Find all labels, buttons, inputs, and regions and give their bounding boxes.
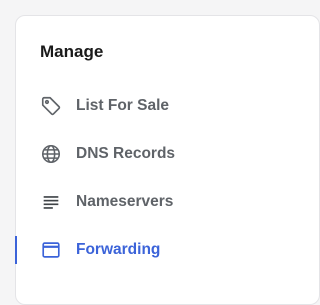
active-indicator — [15, 236, 17, 264]
nav-item-label: Forwarding — [76, 241, 161, 258]
nav-item-forwarding[interactable]: Forwarding — [15, 236, 306, 264]
nav-item-nameservers[interactable]: Nameservers — [16, 188, 306, 216]
nav-item-list-for-sale[interactable]: List For Sale — [16, 92, 306, 120]
nav-item-label: Nameservers — [76, 193, 174, 210]
tag-icon — [40, 95, 62, 117]
manage-card: Manage List For Sale DNS Records Nameser… — [15, 15, 320, 305]
nav-item-dns-records[interactable]: DNS Records — [16, 140, 306, 168]
window-icon — [40, 239, 62, 261]
lines-icon — [40, 191, 62, 213]
nav-item-label: DNS Records — [76, 145, 176, 162]
card-title: Manage — [40, 42, 104, 61]
nav-item-label: List For Sale — [76, 97, 170, 114]
globe-icon — [40, 143, 62, 165]
